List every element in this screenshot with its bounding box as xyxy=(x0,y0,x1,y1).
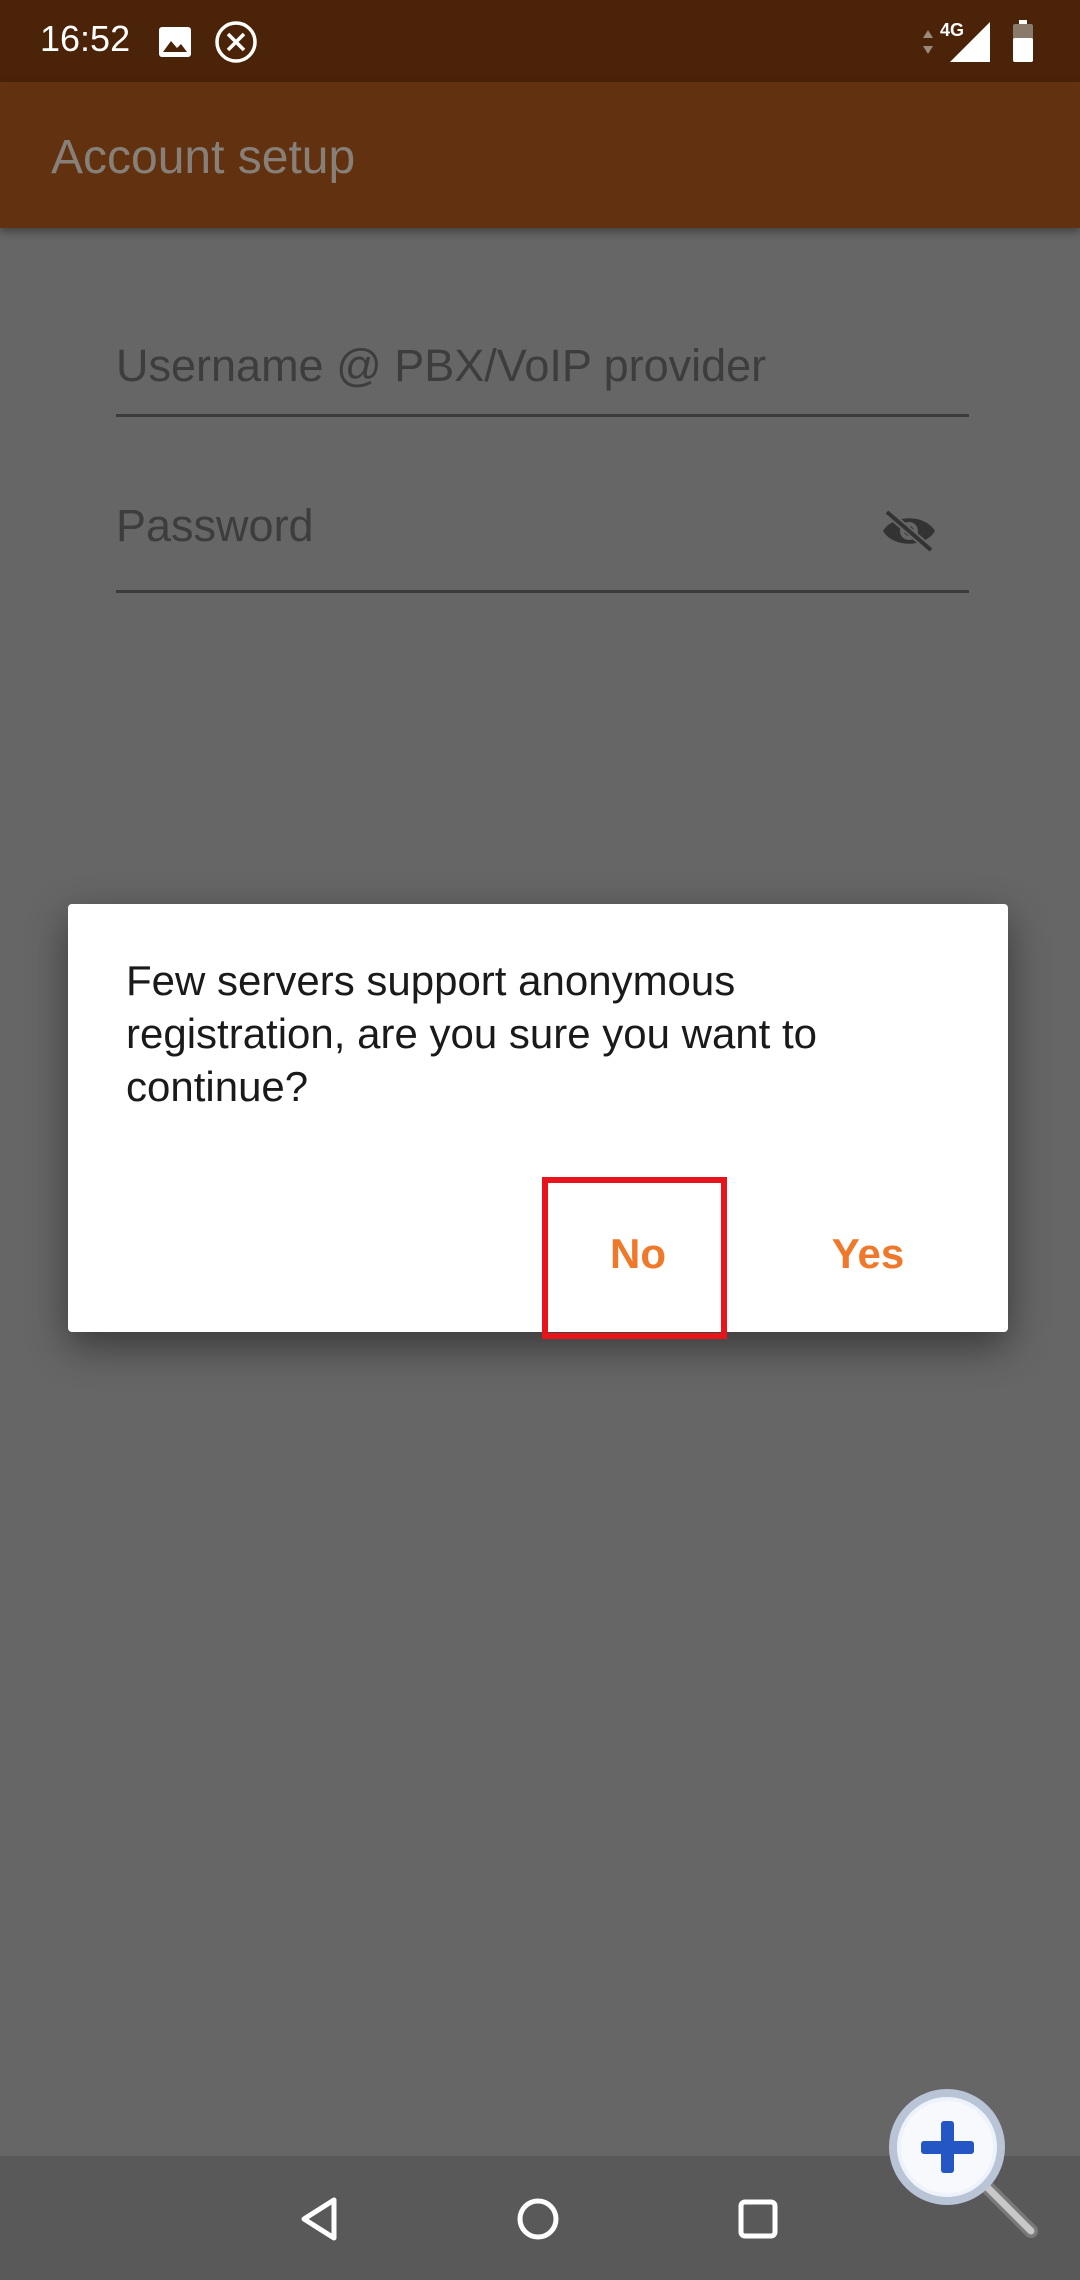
data-arrows-icon xyxy=(922,28,934,61)
username-field[interactable]: Username @ PBX/VoIP provider xyxy=(116,330,969,417)
eye-off-icon[interactable] xyxy=(879,508,939,559)
status-bar: 16:52 4G xyxy=(0,0,1080,82)
highlight-box xyxy=(542,1177,727,1339)
image-icon xyxy=(158,26,192,63)
confirm-dialog: Few servers support anonymous registrati… xyxy=(68,904,1008,1332)
username-placeholder: Username @ PBX/VoIP provider xyxy=(116,340,767,391)
home-icon[interactable] xyxy=(513,2194,563,2249)
yes-button[interactable]: Yes xyxy=(798,1214,938,1294)
close-circle-icon xyxy=(214,20,258,69)
status-time: 16:52 xyxy=(40,18,131,59)
password-placeholder: Password xyxy=(116,500,314,551)
zoom-in-icon[interactable] xyxy=(885,2085,1045,2250)
page-title: Account setup xyxy=(51,131,356,184)
dialog-message: Few servers support anonymous registrati… xyxy=(126,957,818,1110)
app-bar: Account setup xyxy=(0,82,1080,228)
password-field[interactable]: Password xyxy=(116,470,969,593)
signal-icon xyxy=(950,22,992,67)
battery-icon xyxy=(1012,20,1034,67)
recents-icon[interactable] xyxy=(733,2194,783,2249)
back-icon[interactable] xyxy=(296,2194,346,2249)
